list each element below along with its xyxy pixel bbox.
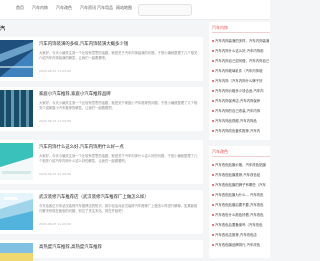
divider (212, 156, 270, 157)
bullet-icon (212, 184, 214, 186)
article-thumbnail[interactable] (0, 193, 33, 230)
article-title[interactable]: 家庭小汽车推荐,家庭小汽车推荐品牌 (39, 91, 199, 97)
article-thumbnail[interactable] (0, 40, 33, 77)
article-date: 2024-06-07 11:29:06 (39, 172, 71, 176)
article-thumbnail[interactable] (0, 243, 33, 261)
article-card[interactable]: 武汉装修汽车推荐店（武汉装修汽车推荐厂上做怎么样） 今天给各位分享武汉装修汽车推… (0, 190, 203, 234)
sidebar-link[interactable]: 汽车内饰玻璃乳件（汽车内饰玻 (212, 68, 270, 73)
sidebar-link[interactable]: 汽车内饰什么这么好,汽车内饰用 (212, 48, 270, 53)
sidebar-link[interactable]: 汽车改色贴膜推荐,汽车改色贴 (212, 172, 270, 177)
bullet-icon (212, 130, 214, 132)
article-date: 2024-06-07 11:29:06 (39, 119, 71, 123)
bullet-icon (212, 234, 214, 236)
sidebar-link[interactable]: 汽车改色贴膜的牌子有哪些（汽车 (212, 182, 270, 187)
sidebar-link[interactable]: 汽车改色贴膜价格，汽车改色贴膜 (212, 162, 270, 167)
article-summary: 大家好，今天小编关注到一个比较有意思的话题，就是关于家庭小汽车推荐的问题，于是小… (39, 101, 198, 110)
article-card[interactable]: 高热度汽车推荐,高热度汽车推荐 (0, 240, 203, 261)
article-date: 2024-06-07 11:29:06 (39, 69, 71, 73)
nav-item-supplies[interactable]: 汽车用品 (97, 5, 113, 11)
nav-item-news[interactable]: 汽车资讯 (80, 5, 96, 11)
bullet-icon (212, 70, 214, 72)
article-date: 2024-06-07 11:29:06 (39, 222, 71, 226)
nav-item-recolor[interactable]: 汽车改色 (56, 5, 72, 11)
sidebar-link[interactable]: 汽车内饰品视频,汽车内饰品 (212, 118, 270, 123)
bullet-icon (212, 194, 214, 196)
sidebar-link[interactable]: 汽车内饰改色套件推荐,汽车内 (212, 128, 270, 133)
bullet-icon (212, 100, 214, 102)
sidebar-link[interactable]: 汽车改色贴膜后要不要,汽车改色 (212, 202, 270, 207)
sidebar-heading: 汽车改色 (212, 149, 228, 154)
sidebar-heading: 汽车内饰 (212, 25, 228, 30)
bullet-icon (212, 164, 214, 166)
article-card[interactable]: 汽车内饰什么这么好,汽车内饰用什么好一点 大家好，今天小编关注到一个比较有意思的… (0, 140, 203, 184)
sidebar-link[interactable]: 汽车改色店推荐,汽车改色店 (212, 232, 270, 237)
divider (212, 32, 270, 33)
sidebar-link[interactable]: 汽车内饰装潢的多样，汽车内饰装潢 (212, 38, 270, 43)
bullet-icon (212, 90, 214, 92)
bullet-icon (212, 40, 214, 42)
article-title[interactable]: 汽车内饰装潢的多样,汽车内饰装潢大概多少钱 (39, 41, 199, 47)
nav-item-interior[interactable]: 汽车内饰 (32, 5, 48, 11)
article-summary: 大家好，今天小编关注到一个比较有意思的话题，就是关于汽车内饰装潢的问题，于是小编… (39, 51, 198, 60)
bullet-icon (212, 174, 214, 176)
sidebar-link[interactable]: 汽车内饰价格多少钱合适,汽车内 (212, 88, 270, 93)
nav-item-sitemap[interactable]: 网站地图 (116, 5, 132, 11)
article-card[interactable]: 汽车内饰装潢的多样,汽车内饰装潢大概多少钱 大家好，今天小编关注到一个比较有意思… (0, 37, 203, 81)
sidebar-link[interactable]: 汽车内饰自己如何做，汽车内饰自己 (212, 58, 270, 63)
article-title[interactable]: 高热度汽车推荐,高热度汽车推荐 (39, 244, 199, 250)
article-thumbnail[interactable] (0, 143, 33, 180)
bullet-icon (212, 120, 214, 122)
sidebar-link[interactable]: 汽车改色贴膜为什么... 汽车改色 (212, 192, 270, 197)
bullet-icon (212, 204, 214, 206)
sidebar-link[interactable]: 汽车内饰（汽车内饰什么牌子好 (212, 78, 270, 83)
article-card[interactable]: 家庭小汽车推荐,家庭小汽车推荐品牌 大家好，今天小编关注到一个比较有意思的话题，… (0, 87, 203, 131)
article-title[interactable]: 武汉装修汽车推荐店（武汉装修汽车推荐厂上做怎么样） (39, 194, 199, 200)
article-thumbnail[interactable] (0, 90, 33, 127)
sidebar-link[interactable]: 汽车改色膜品牌排行,汽车改色 (212, 242, 270, 247)
bullet-icon (212, 80, 214, 82)
bullet-icon (212, 110, 214, 112)
content-title: 汽 (0, 26, 6, 32)
bullet-icon (212, 244, 214, 246)
bullet-icon (212, 50, 214, 52)
sidebar-link[interactable]: 汽车内饰的自己改装,汽车内饰 (212, 108, 270, 113)
sidebar-box-recolor: 汽车改色 汽车改色贴膜价格，汽车改色贴膜 汽车改色贴膜推荐,汽车改色贴 汽车改色… (209, 146, 270, 258)
bullet-icon (212, 60, 214, 62)
nav-item-home[interactable]: 首页 (16, 5, 24, 11)
bullet-icon (212, 224, 214, 226)
article-summary: 今天给各位分享武汉装修汽车推荐店的知识，其中也会对武汉装修汽车推荐厂上做怎么样进… (39, 204, 198, 213)
top-nav: 首页 汽车内饰 汽车改色 汽车资讯 汽车用品 网站地图 (0, 0, 270, 20)
bullet-icon (212, 214, 214, 216)
sidebar-box-interior: 汽车内饰 汽车内饰装潢的多样，汽车内饰装潢 汽车内饰什么这么好,汽车内饰用 汽车… (209, 22, 270, 140)
sidebar-link[interactable]: 汽车改色什么颜色好看,汽车改色 (212, 212, 270, 217)
sidebar-link[interactable]: 汽车改色后要备案吗（汽车改色 (212, 222, 270, 227)
search-input[interactable] (138, 4, 192, 16)
article-summary: 大家好，今天小编关注到一个比较有意思的话题，就是关于汽车内饰什么这么好的问题，于… (39, 154, 198, 163)
article-title[interactable]: 汽车内饰什么这么好,汽车内饰用什么好一点 (39, 144, 199, 150)
sidebar-link[interactable]: 汽车内饰保养店,汽车内饰保养 (212, 98, 270, 103)
